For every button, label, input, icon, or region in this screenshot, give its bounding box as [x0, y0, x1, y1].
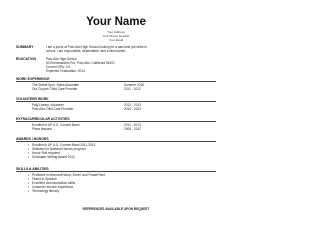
- education-title: EDUCATION: [16, 57, 36, 61]
- contact-block: Your Address Your Phone Number Your Emai…: [0, 30, 232, 42]
- work-title: WORK EXPERIENCE: [16, 77, 50, 81]
- skills-item: • Technology literacy: [28, 189, 60, 194]
- skills-section: SKILLS & ABILITIES • Proficient in Micros…: [16, 167, 216, 193]
- awards-item: • Scholastic Writing Award 2012: [28, 155, 75, 160]
- summary-line: school. I am responsible, dependable, an…: [46, 49, 127, 53]
- section-divider: [16, 101, 216, 103]
- extracurricular-section: EXTRACURRICULAR ACTIVITIES Enrolled in A…: [16, 117, 216, 131]
- volunteer-title: VOLUNTEER WORK: [16, 97, 49, 101]
- work-dates: 2011 - 2012: [124, 87, 141, 92]
- volunteer-row: Palo Alto Child Care Provider 2010 - 201…: [16, 107, 216, 111]
- volunteer-section: VOLUNTEER WORK Paly Library, Volunteer 2…: [16, 97, 216, 111]
- volunteer-dates: 2010 - 2013: [124, 107, 142, 112]
- awards-section: AWARDS / HONORS • Enrolled in AP U.S. Con…: [16, 137, 216, 159]
- summary-section: SUMMARY I am a junior at Palo Alto High …: [16, 45, 216, 53]
- references-footer: REFERENCES AVAILABLE UPON REQUEST: [82, 207, 150, 211]
- work-row: Our Cooper Child Care Provider 2011 - 20…: [16, 87, 216, 91]
- extracurricular-row: Piano lessons 2008 - 2012: [16, 127, 216, 131]
- section-divider: [16, 81, 216, 83]
- extracurricular-title: EXTRACURRICULAR ACTIVITIES: [16, 117, 70, 121]
- extracurricular-dates: 2008 - 2012: [124, 127, 142, 132]
- resume-page: Your Name Your Address Your Phone Number…: [0, 0, 232, 218]
- education-line: Expected Graduation: 2014: [46, 69, 85, 73]
- skills-title: SKILLS & ABILITIES: [16, 167, 49, 171]
- contact-email: Your Email: [108, 38, 124, 42]
- resume-name: Your Name: [86, 16, 146, 28]
- section-divider: [16, 121, 216, 123]
- section-divider: [16, 171, 216, 173]
- extracurricular-activity: Piano lessons: [32, 127, 52, 132]
- section-divider: [16, 141, 216, 143]
- volunteer-role: Palo Alto Child Care Provider: [32, 107, 74, 112]
- work-role: Our Cooper Child Care Provider: [32, 87, 78, 92]
- education-section: EDUCATION Palo Alto High School 50 Embar…: [16, 57, 216, 73]
- summary-title: SUMMARY: [16, 45, 34, 49]
- work-section: WORK EXPERIENCE The Sweet Spot, Sales As…: [16, 77, 216, 91]
- awards-title: AWARDS / HONORS: [16, 137, 49, 141]
